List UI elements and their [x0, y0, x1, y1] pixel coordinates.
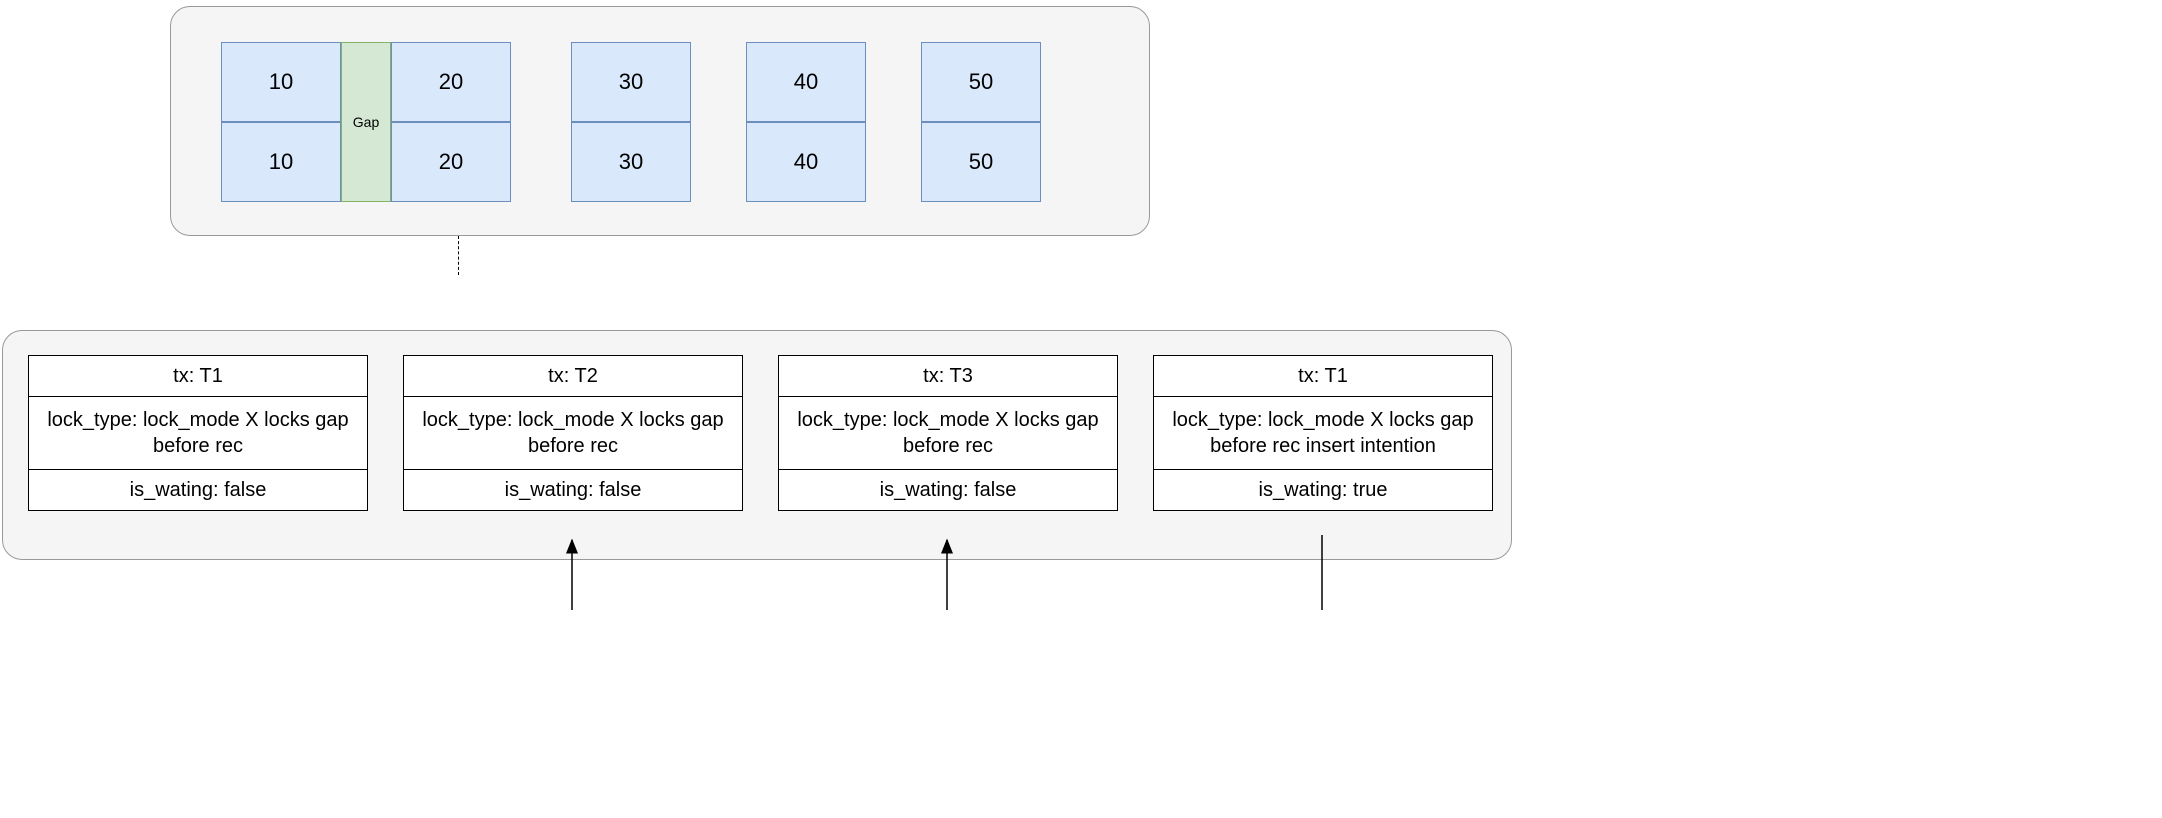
record-cell: 30	[571, 42, 691, 122]
lock-box: tx: T3 lock_type: lock_mode X locks gap …	[778, 355, 1118, 535]
lock-is-waiting: is_wating: true	[1153, 469, 1493, 511]
lock-box: tx: T1 lock_type: lock_mode X locks gap …	[1153, 355, 1493, 535]
lock-box: tx: T2 lock_type: lock_mode X locks gap …	[403, 355, 743, 535]
lock-tx: tx: T3	[778, 355, 1118, 397]
lock-type: lock_type: lock_mode X locks gap before …	[403, 396, 743, 470]
lock-box: tx: T1 lock_type: lock_mode X locks gap …	[28, 355, 368, 535]
lock-type: lock_type: lock_mode X locks gap before …	[778, 396, 1118, 470]
index-records-panel: 10 10 Gap 20 20 30 30 40 40 50 50	[170, 6, 1150, 236]
record-cell: 50	[921, 42, 1041, 122]
record-cell: 50	[921, 122, 1041, 202]
lock-tx: tx: T1	[28, 355, 368, 397]
lock-tx: tx: T2	[403, 355, 743, 397]
locks-panel: tx: T1 lock_type: lock_mode X locks gap …	[2, 330, 1512, 560]
lock-is-waiting: is_wating: false	[403, 469, 743, 511]
lock-tx: tx: T1	[1153, 355, 1493, 397]
record-cell: 20	[391, 42, 511, 122]
lock-type: lock_type: lock_mode X locks gap before …	[28, 396, 368, 470]
lock-is-waiting: is_wating: false	[28, 469, 368, 511]
lock-is-waiting: is_wating: false	[778, 469, 1118, 511]
lock-type: lock_type: lock_mode X locks gap before …	[1153, 396, 1493, 470]
record-cell: 20	[391, 122, 511, 202]
record-cell: 40	[746, 122, 866, 202]
record-cell: 30	[571, 122, 691, 202]
record-cell: 40	[746, 42, 866, 122]
dashed-connector	[458, 236, 459, 275]
record-cell: 10	[221, 122, 341, 202]
gap-cell: Gap	[341, 42, 391, 202]
record-cell: 10	[221, 42, 341, 122]
